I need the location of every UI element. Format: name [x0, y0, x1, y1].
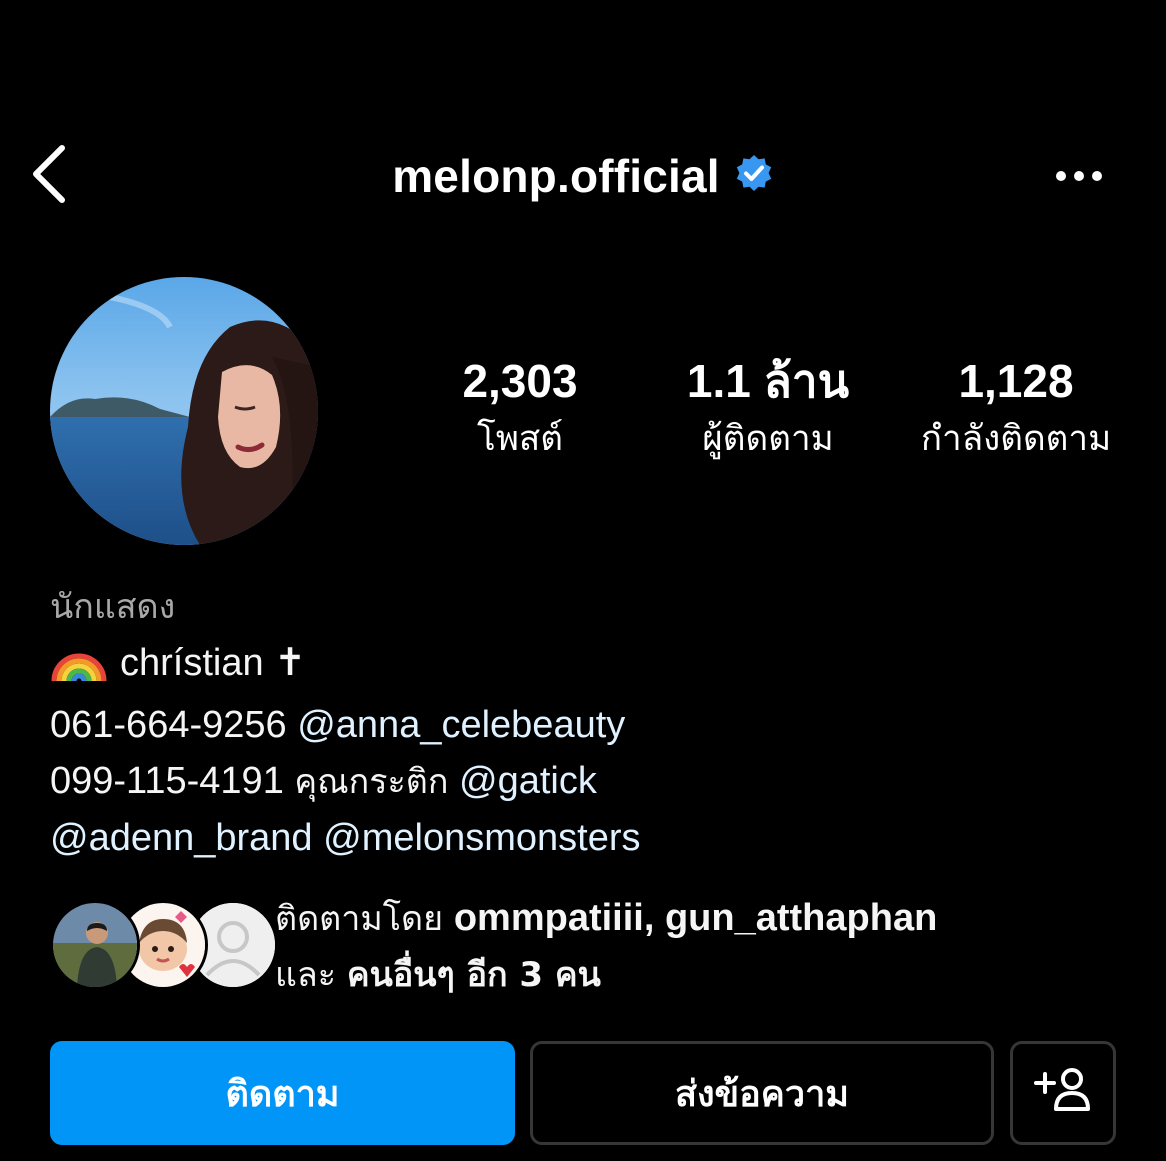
- suggest-users-button[interactable]: [1010, 1041, 1116, 1145]
- profile-avatar[interactable]: [50, 277, 318, 545]
- followed-by-names: ommpatiiii, gun_atthaphan: [453, 897, 938, 939]
- stat-following-value: 1,128: [958, 355, 1074, 407]
- stat-followers[interactable]: 1.1 ล้าน ผู้ติดตาม: [664, 352, 872, 468]
- stat-posts-label: โพสต์: [477, 419, 563, 459]
- more-horizontal-icon: [1055, 167, 1103, 186]
- follow-button[interactable]: ติดตาม: [50, 1041, 515, 1145]
- bio-contact-name: คุณกระติก: [294, 762, 449, 802]
- mutual-followers-avatars[interactable]: [50, 900, 278, 990]
- followed-by-text[interactable]: ติดตามโดย ommpatiiii, gun_atthaphan และ …: [275, 890, 1155, 1003]
- more-options-button[interactable]: [1048, 150, 1110, 202]
- stat-followers-label: ผู้ติดตาม: [702, 419, 834, 459]
- followed-by-others: คนอื่นๆ อีก 3 คน: [346, 955, 601, 995]
- stat-followers-value: 1.1 ล้าน: [686, 355, 850, 407]
- stat-posts-value: 2,303: [462, 355, 578, 407]
- rainbow-icon: [50, 637, 108, 697]
- message-button-label: ส่งข้อความ: [674, 1073, 850, 1115]
- followed-by-prefix: ติดตามโดย: [275, 899, 444, 939]
- mutual-avatar-1: [50, 900, 140, 990]
- verified-badge-icon: [734, 154, 774, 198]
- mention-melonsmonsters[interactable]: @melonsmonsters: [323, 817, 640, 859]
- mention-adenn-brand[interactable]: @adenn_brand: [50, 817, 313, 859]
- bio-phone-2: 099-115-4191: [50, 760, 284, 802]
- bio-phone-1: 061-664-9256: [50, 704, 287, 746]
- profile-header: melonp.official: [0, 145, 1166, 207]
- mention-anna-celebeauty[interactable]: @anna_celebeauty: [297, 704, 625, 746]
- bio-text-line1: chrístian ✝: [120, 642, 307, 684]
- message-button[interactable]: ส่งข้อความ: [530, 1041, 994, 1145]
- followed-by-and: และ: [275, 955, 337, 995]
- follow-button-label: ติดตาม: [225, 1073, 340, 1115]
- stat-posts[interactable]: 2,303 โพสต์: [438, 352, 602, 468]
- profile-username: melonp.official: [392, 150, 720, 202]
- stat-following[interactable]: 1,128 กำลังติดตาม: [900, 352, 1132, 468]
- mention-gatick[interactable]: @gatick: [459, 760, 597, 802]
- profile-category: นักแสดง: [50, 587, 176, 627]
- stat-following-label: กำลังติดตาม: [920, 419, 1112, 459]
- add-user-icon: [1032, 1065, 1094, 1122]
- profile-bio: นักแสดง chrístian ✝ 061-664-9256 @anna_c…: [50, 578, 1130, 866]
